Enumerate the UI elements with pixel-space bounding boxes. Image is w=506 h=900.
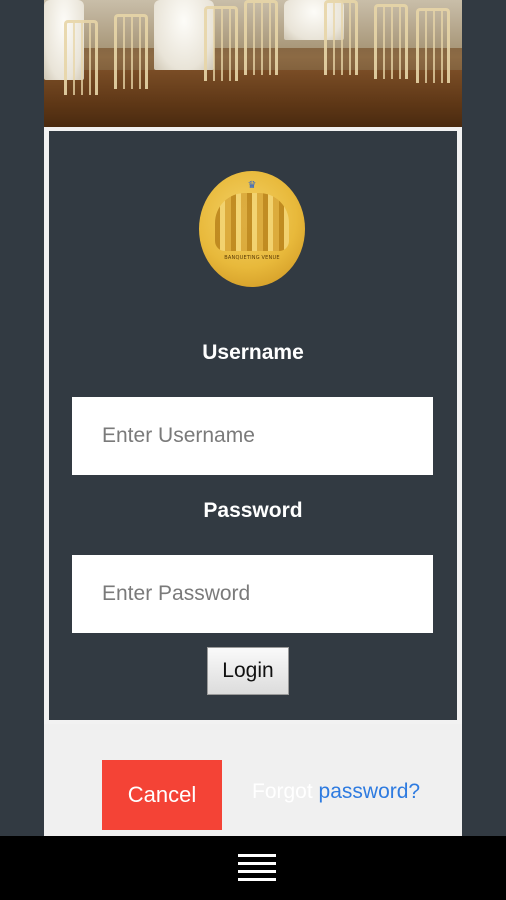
login-button[interactable]: Login — [207, 647, 289, 695]
username-label: Username — [202, 341, 304, 364]
forgot-password-link[interactable]: password? — [319, 780, 421, 803]
crown-icon: ♛ — [247, 180, 257, 191]
password-input[interactable] — [72, 555, 433, 633]
login-panel: ♛ BANQUETING VENUE Username Password Log… — [44, 127, 462, 724]
login-form: ♛ BANQUETING VENUE Username Password Log… — [49, 131, 457, 720]
cancel-button[interactable]: Cancel — [102, 760, 222, 830]
forgot-prefix: Forgot — [252, 780, 313, 803]
bottom-navigation-bar — [0, 836, 506, 900]
logo-tagline: BANQUETING VENUE — [224, 255, 280, 261]
username-input[interactable] — [72, 397, 433, 475]
venue-hero-image — [44, 0, 462, 127]
app-screen: ♛ BANQUETING VENUE Username Password Log… — [0, 0, 506, 900]
password-label: Password — [203, 499, 303, 522]
venue-logo: ♛ BANQUETING VENUE — [199, 171, 305, 287]
hamburger-menu-icon[interactable] — [238, 854, 276, 884]
forgot-password: Forgot password? — [252, 780, 420, 804]
